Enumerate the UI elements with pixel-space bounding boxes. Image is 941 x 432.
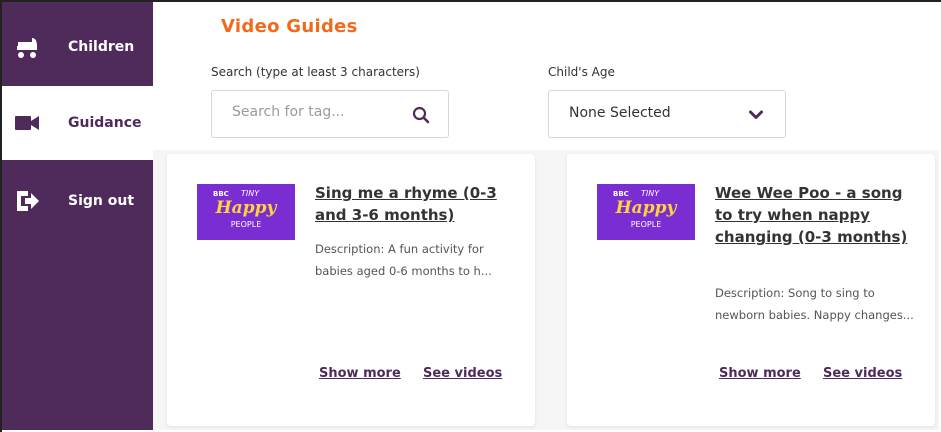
age-select-value: None Selected xyxy=(569,105,671,121)
video-card: BBC TINY Happy PEOPLE Wee Wee Poo - a so… xyxy=(567,154,935,426)
search-input[interactable] xyxy=(232,104,402,120)
sidebar-item-children[interactable]: Children xyxy=(2,16,153,78)
show-more-link[interactable]: Show more xyxy=(319,366,401,381)
tiny-happy-people-thumbnail[interactable]: BBC TINY Happy PEOPLE xyxy=(597,184,695,240)
sidebar-item-label: Children xyxy=(68,39,135,55)
thumbnail-bbc: BBC xyxy=(613,190,629,198)
thumbnail-happy: Happy xyxy=(615,198,677,218)
sidebar-item-label: Guidance xyxy=(68,115,142,131)
thumbnail-tiny: TINY xyxy=(641,189,660,198)
sidebar-item-sign-out[interactable]: Sign out xyxy=(2,170,153,232)
age-select[interactable]: None Selected xyxy=(548,90,786,138)
pram-icon xyxy=(17,38,37,58)
search-icon[interactable] xyxy=(412,106,430,124)
search-box xyxy=(211,90,449,138)
age-filter-label: Child's Age xyxy=(548,65,615,79)
video-card-title[interactable]: Wee Wee Poo - a song to try when nappy c… xyxy=(715,182,915,248)
thumbnail-people: PEOPLE xyxy=(630,220,662,229)
video-card-list: BBC TINY Happy PEOPLE Sing me a rhyme (0… xyxy=(153,150,939,430)
thumbnail-happy: Happy xyxy=(215,198,277,218)
see-videos-link[interactable]: See videos xyxy=(423,366,502,381)
video-card-description: Description: Song to sing to newborn bab… xyxy=(715,286,914,322)
video-card-description: Description: A fun activity for babies a… xyxy=(315,242,492,278)
main-content: Video Guides Search (type at least 3 cha… xyxy=(153,2,939,430)
thumbnail-tiny: TINY xyxy=(241,189,260,198)
thumbnail-people: PEOPLE xyxy=(230,220,262,229)
video-card-title[interactable]: Sing me a rhyme (0-3 and 3-6 months) xyxy=(315,182,515,226)
tiny-happy-people-thumbnail[interactable]: BBC TINY Happy PEOPLE xyxy=(197,184,295,240)
thumbnail-bbc: BBC xyxy=(213,190,229,198)
page-title: Video Guides xyxy=(221,16,358,37)
sign-out-icon xyxy=(17,191,39,211)
sidebar: Children Guidance Sign out xyxy=(2,2,153,430)
search-label: Search (type at least 3 characters) xyxy=(211,65,420,79)
see-videos-link[interactable]: See videos xyxy=(823,366,902,381)
sidebar-item-guidance[interactable]: Guidance xyxy=(2,86,153,160)
show-more-link[interactable]: Show more xyxy=(719,366,801,381)
chevron-down-icon xyxy=(749,110,763,119)
sidebar-item-label: Sign out xyxy=(68,193,135,209)
video-camera-icon xyxy=(15,116,39,130)
video-card: BBC TINY Happy PEOPLE Sing me a rhyme (0… xyxy=(167,154,535,426)
